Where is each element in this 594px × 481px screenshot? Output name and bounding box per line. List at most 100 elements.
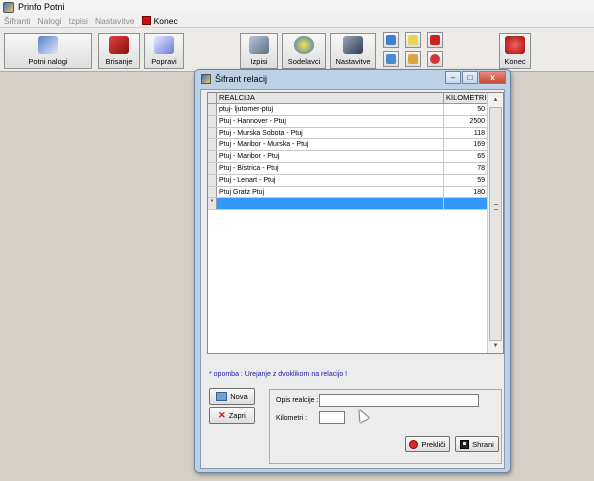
sodelavci-button[interactable]: Sodelavci (282, 33, 326, 69)
notes-icon (408, 35, 418, 45)
kilometri-label: Kilometri : (276, 415, 308, 422)
exit-icon (141, 16, 151, 25)
opis-relacije-input[interactable] (319, 394, 479, 407)
table-row[interactable]: Ptuj - Bistrica - Ptuj 78 (208, 162, 487, 175)
row-selector[interactable] (208, 174, 217, 186)
small-tool-6[interactable] (427, 51, 443, 67)
edit-hint-note: * opomba : Urejanje z dvoklikom na relac… (209, 371, 348, 378)
menu-izpisi[interactable]: Izpisi (69, 16, 88, 26)
menu-nalogi[interactable]: Nalogi (37, 16, 61, 26)
zapri-label: Zapri (228, 411, 246, 420)
tools-icon (343, 36, 363, 54)
brisanje-button[interactable]: Brisanje (98, 33, 140, 69)
row-selector[interactable] (208, 104, 217, 115)
zapri-button[interactable]: ✕ Zapri (209, 407, 255, 424)
printer-icon (249, 36, 269, 54)
relation-cell[interactable]: Ptuj - Maribor - Ptuj (217, 151, 444, 162)
opis-label: Opis realcije : (276, 397, 319, 404)
heart-icon (430, 54, 440, 64)
table-row[interactable]: Ptuj - Hannover - Ptuj 2500 (208, 115, 487, 128)
grid-vertical-scrollbar[interactable]: ▲ ▼ (487, 93, 503, 353)
table-row[interactable]: Ptuj - Murska Sobota - Ptuj 118 (208, 127, 487, 140)
small-tool-5[interactable] (405, 51, 421, 67)
delete-icon (109, 36, 129, 54)
save-disk-icon (460, 439, 470, 449)
close-x-icon: ✕ (218, 410, 226, 420)
relation-cell[interactable]: ptuj- ljutomer-ptuj (217, 104, 444, 115)
kilometri-input[interactable] (319, 411, 345, 424)
relation-cell[interactable]: Ptuj - Murska Sobota - Ptuj (217, 127, 444, 139)
popravi-label: Popravi (151, 57, 177, 66)
row-selector[interactable] (208, 127, 217, 139)
row-selector[interactable] (208, 139, 217, 151)
nova-button[interactable]: Nova (209, 388, 255, 405)
table-row[interactable]: ptuj- ljutomer-ptuj 50 (208, 104, 487, 116)
table-row[interactable]: Ptuj - Lenart - Ptuj 59 (208, 174, 487, 187)
menu-konec[interactable]: Konec (141, 16, 178, 26)
nastavitve-button[interactable]: Nastavitve (330, 33, 376, 69)
km-cell[interactable]: 50 (444, 104, 487, 115)
km-cell[interactable]: 2500 (444, 116, 487, 127)
table-row[interactable]: Ptuj Gratz Ptuj 180 (208, 186, 487, 199)
scroll-down-arrow-icon[interactable]: ▼ (489, 340, 502, 352)
nastavitve-label: Nastavitve (335, 57, 371, 66)
relations-grid[interactable]: REALCIJA KILOMETRI ptuj- ljutomer-ptuj 50… (207, 92, 504, 354)
km-cell[interactable]: 118 (444, 128, 487, 139)
app-titlebar: Prinfo Potni (0, 0, 594, 14)
scroll-thumb[interactable] (489, 107, 502, 341)
row-selector[interactable] (208, 151, 217, 162)
document-icon (386, 35, 396, 45)
km-cell[interactable] (444, 198, 487, 210)
dialog-titlebar[interactable]: Šifrant relacij – □ x (195, 70, 510, 88)
row-selector[interactable] (208, 115, 217, 127)
new-record-row[interactable]: * (208, 198, 487, 211)
close-button[interactable]: x (479, 71, 506, 84)
grid-rows: ptuj- ljutomer-ptuj 50 Ptuj - Hannover - … (208, 104, 487, 211)
konec-button[interactable]: Konec (499, 33, 531, 69)
small-tool-3[interactable] (427, 32, 443, 48)
km-cell[interactable]: 59 (444, 175, 487, 186)
row-selector[interactable] (208, 186, 217, 198)
exit-icon (505, 36, 525, 54)
edit-icon (154, 36, 174, 54)
relation-cell[interactable]: Ptuj - Bistrica - Ptuj (217, 162, 444, 174)
menubar: Šifranti Nalogi Izpisi Nastavitve Konec (0, 14, 594, 28)
maximize-button[interactable]: □ (462, 71, 478, 84)
table-row[interactable]: Ptuj - Maribor - Murska - Ptuj 169 (208, 139, 487, 152)
potni-nalogi-button[interactable]: Potni nalogi (4, 33, 92, 69)
minimize-button[interactable]: – (445, 71, 461, 84)
menu-sifranti[interactable]: Šifranti (4, 16, 30, 26)
column-header-relation[interactable]: REALCIJA (217, 93, 444, 103)
km-cell[interactable]: 65 (444, 151, 487, 162)
user-icon (386, 54, 396, 64)
relation-cell[interactable] (217, 198, 444, 210)
km-cell[interactable]: 78 (444, 163, 487, 174)
relation-cell[interactable]: Ptuj - Maribor - Murska - Ptuj (217, 139, 444, 151)
preklici-button[interactable]: Prekliči (405, 436, 450, 452)
row-selector[interactable] (208, 162, 217, 174)
relation-cell[interactable]: Ptuj - Hannover - Ptuj (217, 115, 444, 127)
shrani-label: Shrani (472, 439, 494, 449)
column-header-km[interactable]: KILOMETRI (444, 93, 487, 103)
potni-nalogi-label: Potni nalogi (28, 57, 68, 66)
main-toolbar: Potni nalogi Brisanje Popravi Izpisi Sod… (0, 28, 594, 72)
dialog-title: Šifrant relacij (215, 74, 268, 84)
documents-icon (38, 36, 58, 54)
app-title: Prinfo Potni (18, 2, 65, 12)
small-tool-1[interactable] (383, 32, 399, 48)
dialog-icon (201, 74, 211, 84)
table-row[interactable]: Ptuj - Maribor - Ptuj 65 (208, 151, 487, 163)
small-tool-2[interactable] (405, 32, 421, 48)
relation-cell[interactable]: Ptuj Gratz Ptuj (217, 186, 444, 198)
izpisi-button[interactable]: Izpisi (240, 33, 278, 69)
scroll-up-arrow-icon[interactable]: ▲ (489, 94, 502, 106)
popravi-button[interactable]: Popravi (144, 33, 184, 69)
km-cell[interactable]: 169 (444, 139, 487, 150)
nova-label: Nova (230, 392, 248, 401)
km-cell[interactable]: 180 (444, 187, 487, 198)
small-tool-4[interactable] (383, 51, 399, 67)
menu-nastavitve[interactable]: Nastavitve (95, 16, 135, 26)
shrani-button[interactable]: Shrani (455, 436, 499, 452)
relation-cell[interactable]: Ptuj - Lenart - Ptuj (217, 174, 444, 186)
izpisi-label: Izpisi (250, 57, 268, 66)
